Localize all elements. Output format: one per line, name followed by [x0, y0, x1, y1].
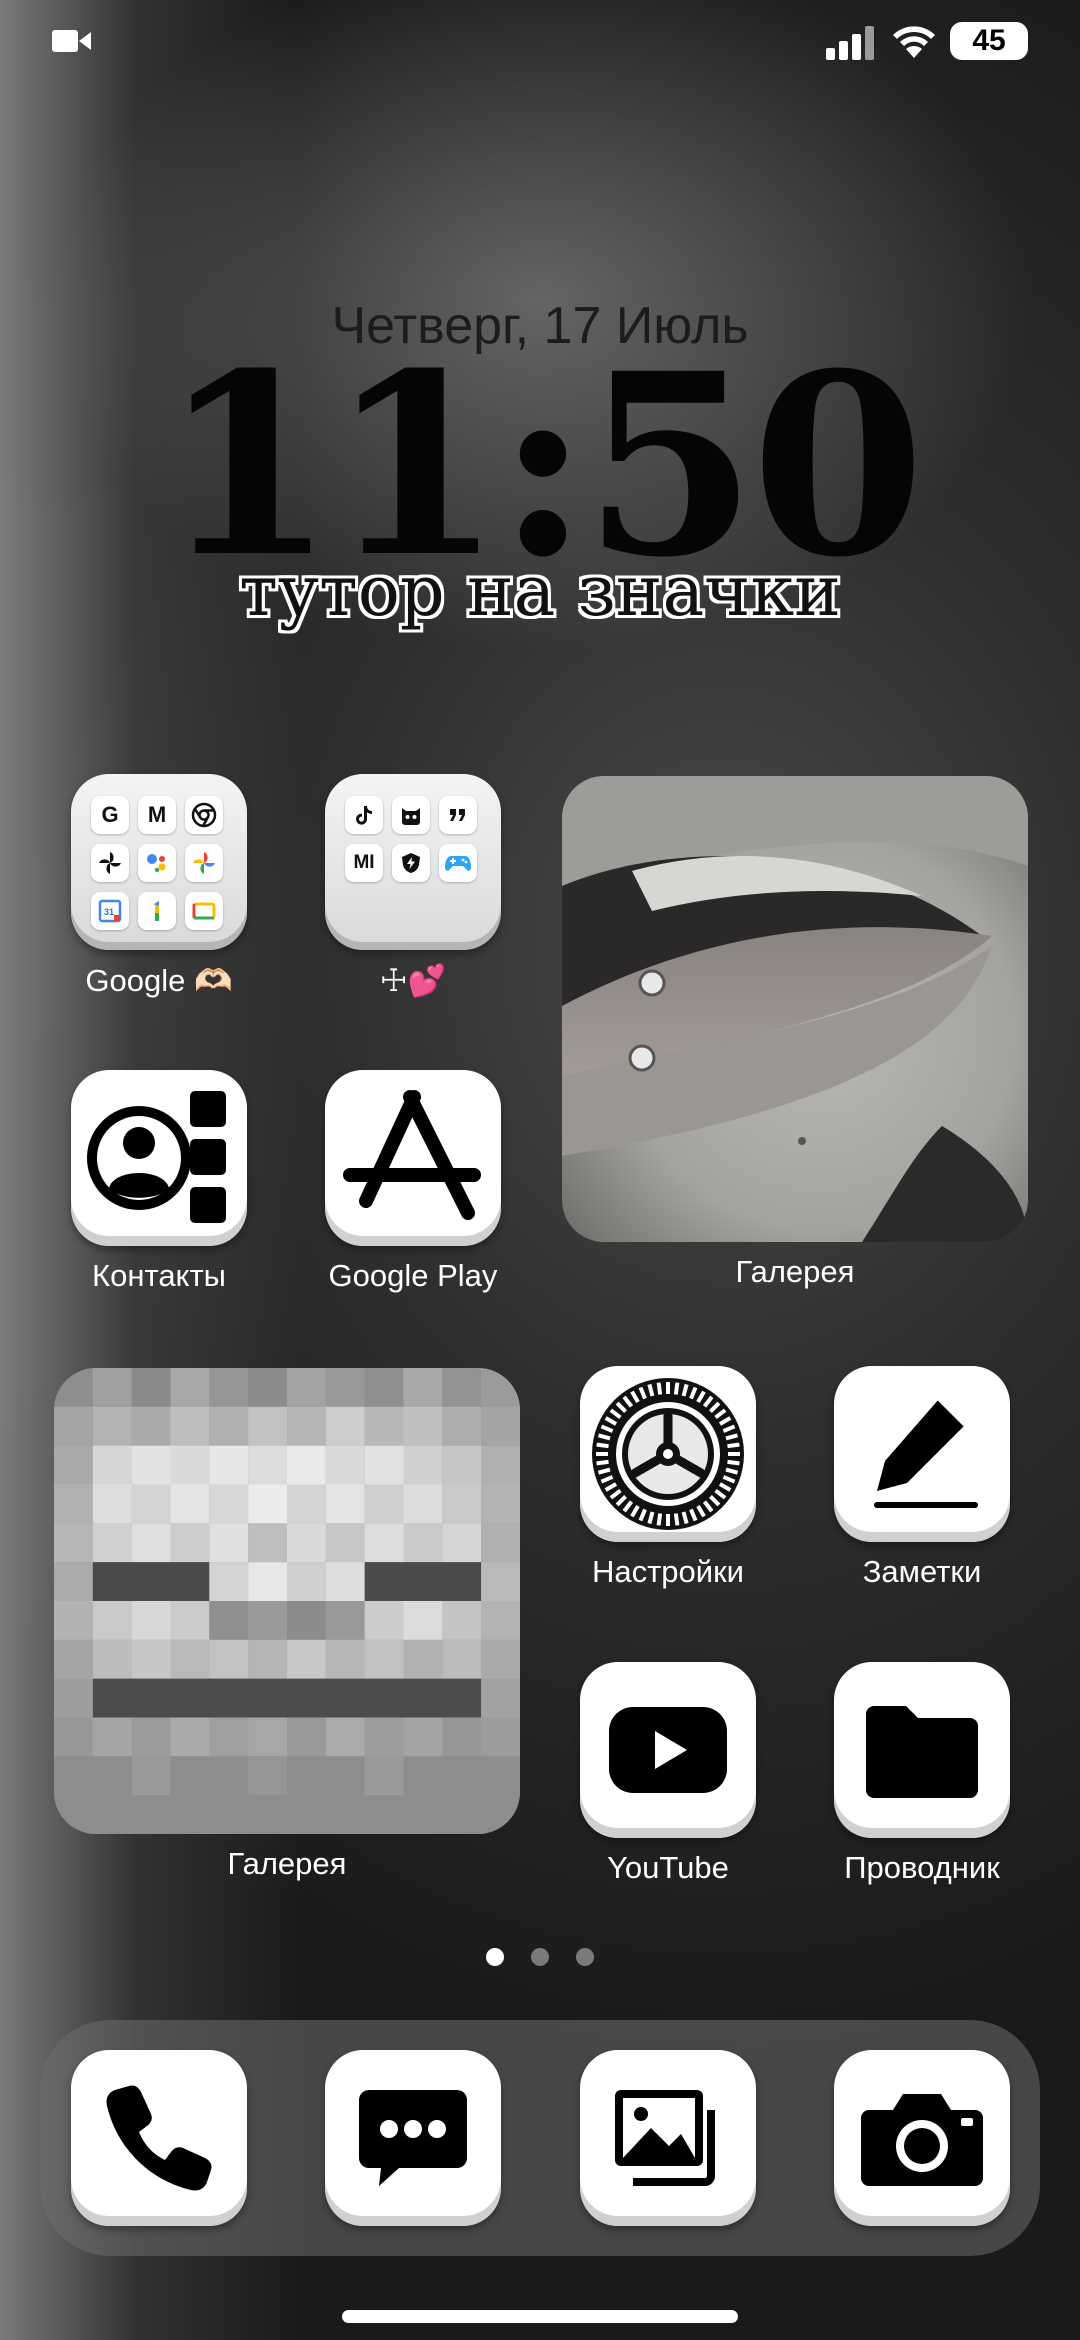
- gamepad-icon: [439, 844, 477, 882]
- app-store-icon: [343, 1090, 481, 1220]
- dock-phone[interactable]: [71, 2050, 247, 2226]
- home-indicator[interactable]: [342, 2310, 738, 2323]
- notes-label: Заметки: [862, 1554, 982, 1589]
- pinwheel-icon: [91, 844, 129, 882]
- page-dot-3[interactable]: [576, 1948, 595, 1966]
- youtube-icon: [609, 1707, 727, 1793]
- youtube-label: YouTube: [607, 1850, 729, 1885]
- folder-google-label: Google 🫶🏻: [85, 963, 233, 998]
- google-one-icon: [138, 892, 176, 930]
- contacts-label: Контакты: [92, 1258, 226, 1293]
- page-dot-2[interactable]: [531, 1948, 549, 1966]
- shield-bolt-icon: [392, 844, 430, 882]
- gallery-widget-pixel-label: Галерея: [227, 1846, 347, 1881]
- folder-google-preview: G M 31: [71, 774, 247, 950]
- phone-tile: [71, 2050, 247, 2226]
- google-search-icon: G: [91, 796, 129, 834]
- app-settings[interactable]: Настройки: [580, 1366, 756, 1590]
- explorer-tile: [834, 1662, 1010, 1838]
- settings-label: Настройки: [591, 1554, 744, 1589]
- status-bar: 45: [0, 0, 1080, 80]
- mi-icon: MI: [345, 844, 383, 882]
- gallery-widget-photo[interactable]: [562, 776, 1028, 1242]
- settings-tile: [580, 1366, 756, 1542]
- gallery-widget-pixel[interactable]: [54, 1368, 520, 1834]
- folder-misc[interactable]: MI ☩💕: [325, 774, 501, 999]
- camera-tile: [834, 2050, 1010, 2226]
- app-google-play[interactable]: Google Play: [325, 1070, 501, 1294]
- dock-gallery[interactable]: [580, 2050, 756, 2226]
- page-dot-1[interactable]: [485, 1948, 504, 1966]
- youtube-tile: [580, 1662, 756, 1838]
- tiktok-icon: [345, 796, 383, 834]
- google-play-tile: [325, 1070, 501, 1246]
- gallery-tile: [580, 2050, 756, 2226]
- app-youtube[interactable]: YouTube: [580, 1662, 756, 1886]
- gallery-widget-photo-label: Галерея: [735, 1254, 855, 1289]
- gallery-pixel-image: [54, 1368, 520, 1834]
- folder-misc-preview: MI: [325, 774, 501, 950]
- wifi-icon: [893, 26, 935, 58]
- calendar-icon: 31: [91, 892, 129, 930]
- messages-icon: [359, 2090, 467, 2186]
- battery-icon: 45: [950, 22, 1028, 60]
- contacts-tile: [71, 1070, 247, 1246]
- folder-misc-label: ☩💕: [379, 963, 447, 998]
- gmail-icon: M: [138, 796, 176, 834]
- contacts-icon: [87, 1091, 226, 1223]
- chrome-icon: [185, 796, 223, 834]
- gallery-photo-image: [562, 776, 1028, 1242]
- assistant-icon: [138, 844, 176, 882]
- gear-icon: [592, 1378, 744, 1530]
- signal-icon: [826, 26, 874, 60]
- photos-icon: [185, 844, 223, 882]
- quote-icon: [439, 796, 477, 834]
- folder-icon: [866, 1706, 978, 1798]
- mi-robot-icon: [392, 796, 430, 834]
- messages-tile: [325, 2050, 501, 2226]
- notes-tile: [834, 1366, 1010, 1542]
- dock-messages[interactable]: [325, 2050, 501, 2226]
- gallery-icon: [615, 2090, 715, 2186]
- dock-camera[interactable]: [834, 2050, 1010, 2226]
- caption-overlay: тутор на значки: [239, 550, 841, 632]
- folder-google[interactable]: G M 31 Google 🫶🏻: [71, 774, 247, 999]
- explorer-label: Проводник: [844, 1850, 1000, 1885]
- app-notes[interactable]: Заметки: [834, 1366, 1010, 1590]
- video-camera-icon: [52, 30, 91, 52]
- svg-text:31: 31: [104, 907, 114, 917]
- slides-icon: [185, 892, 223, 930]
- pencil-icon: [874, 1397, 978, 1508]
- page-indicator[interactable]: [0, 1948, 1080, 1970]
- app-explorer[interactable]: Проводник: [834, 1662, 1010, 1886]
- google-play-label: Google Play: [328, 1258, 498, 1293]
- camera-icon: [861, 2094, 983, 2186]
- app-contacts[interactable]: Контакты: [71, 1070, 247, 1294]
- phone-icon: [106, 2085, 212, 2191]
